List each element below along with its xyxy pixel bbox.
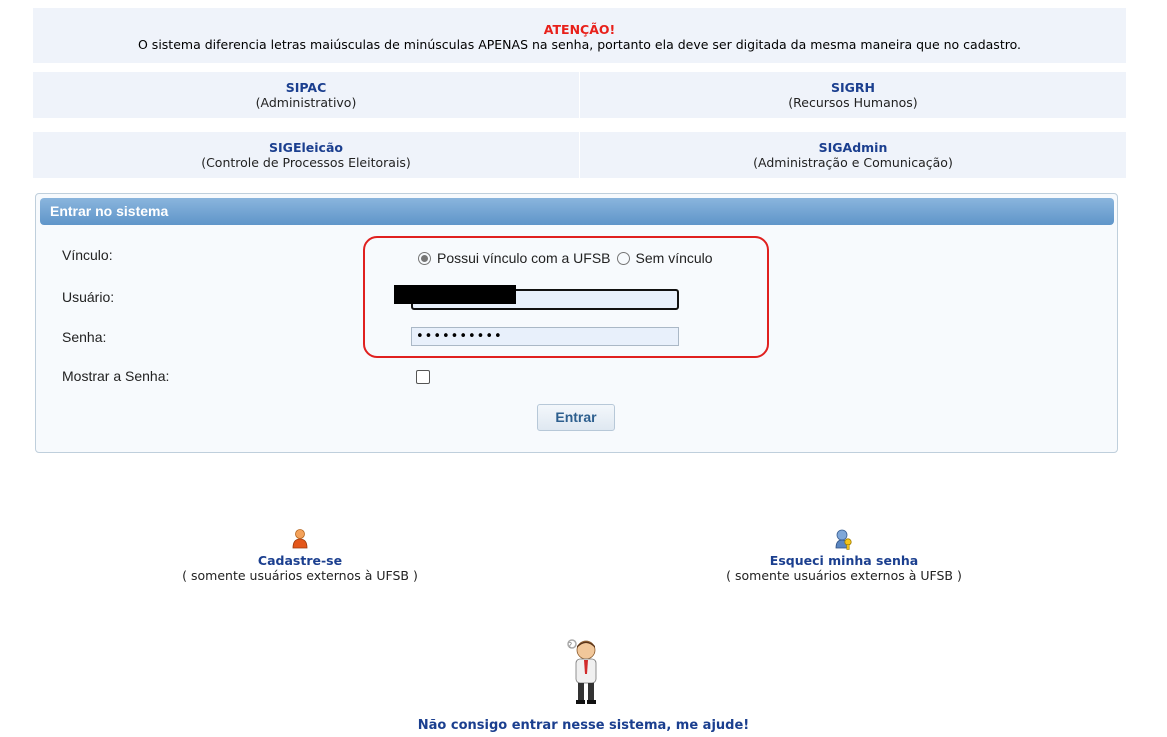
- forgot-sub: ( somente usuários externos à UFSB ): [726, 568, 962, 583]
- vinculo-label: Vínculo:: [62, 247, 113, 263]
- system-desc: (Administrativo): [255, 95, 357, 110]
- user-key-icon: [686, 528, 1002, 550]
- systems-row-2: SIGEleicão (Controle de Processos Eleito…: [33, 132, 1126, 178]
- system-desc: (Controle de Processos Eleitorais): [201, 155, 411, 170]
- forgot-password-link[interactable]: Esqueci minha senha: [686, 553, 1002, 568]
- login-panel: Entrar no sistema Vínculo: Usuário: Senh…: [35, 193, 1118, 453]
- user-add-icon: [148, 528, 452, 550]
- case-sensitivity-notice: ATENÇÃO! O sistema diferencia letras mai…: [33, 8, 1126, 63]
- mostrar-senha-label: Mostrar a Senha:: [62, 368, 170, 384]
- redaction-mark: [394, 285, 516, 304]
- system-link-sigeleicao[interactable]: SIGEleicão (Controle de Processos Eleito…: [33, 132, 579, 178]
- forgot-block: Esqueci minha senha ( somente usuários e…: [686, 528, 1002, 583]
- help-block: ? Não consigo entrar nesse sistema, me a…: [0, 638, 1167, 733]
- senha-input[interactable]: ••••••••••: [411, 327, 679, 346]
- systems-row-1: SIPAC (Administrativo) SIGRH (Recursos H…: [33, 72, 1126, 118]
- register-link[interactable]: Cadastre-se: [148, 553, 452, 568]
- radio-possui-vinculo[interactable]: [418, 251, 431, 265]
- system-desc: (Administração e Comunicação): [753, 155, 953, 170]
- radio-sem-vinculo[interactable]: [616, 251, 630, 265]
- radio-possui-vinculo-label[interactable]: Possui vínculo com a UFSB: [437, 250, 611, 266]
- notice-text: O sistema diferencia letras maiúsculas d…: [138, 37, 1021, 52]
- mostrar-senha-checkbox[interactable]: [416, 370, 430, 384]
- register-sub: ( somente usuários externos à UFSB ): [182, 568, 418, 583]
- register-block: Cadastre-se ( somente usuários externos …: [148, 528, 452, 583]
- system-link-sigadmin[interactable]: SIGAdmin (Administração e Comunicação): [579, 132, 1126, 178]
- usuario-label: Usuário:: [62, 289, 115, 305]
- confused-man-icon: ?: [0, 638, 1167, 712]
- system-desc: (Recursos Humanos): [788, 95, 918, 110]
- notice-title: ATENÇÃO!: [543, 22, 616, 37]
- svg-text:?: ?: [568, 641, 572, 650]
- entrar-button[interactable]: Entrar: [537, 404, 615, 431]
- senha-label: Senha:: [62, 329, 107, 345]
- vinculo-radio-group: Possui vínculo com a UFSB Sem vínculo: [418, 250, 713, 266]
- system-name: SIGAdmin: [818, 140, 888, 155]
- system-link-sipac[interactable]: SIPAC (Administrativo): [33, 72, 579, 118]
- radio-sem-vinculo-label[interactable]: Sem vínculo: [636, 250, 713, 266]
- system-link-sigrh[interactable]: SIGRH (Recursos Humanos): [579, 72, 1126, 118]
- help-link[interactable]: Não consigo entrar nesse sistema, me aju…: [418, 718, 749, 733]
- system-name: SIPAC: [285, 80, 327, 95]
- system-name: SIGEleicão: [269, 140, 343, 155]
- system-name: SIGRH: [830, 80, 875, 95]
- login-panel-header: Entrar no sistema: [40, 198, 1114, 225]
